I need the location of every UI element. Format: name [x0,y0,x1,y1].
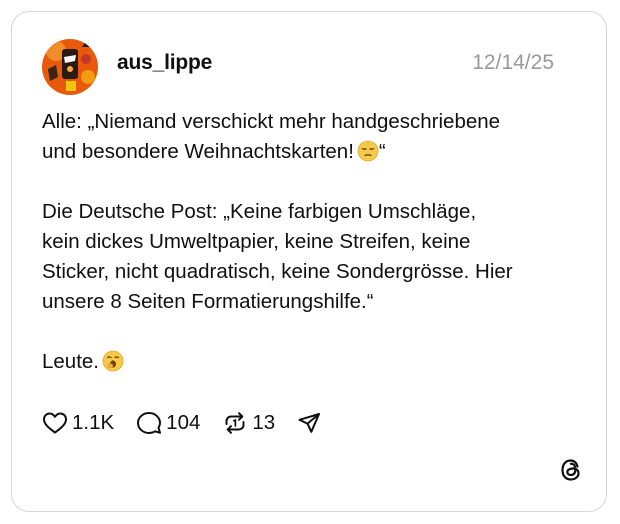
post-paragraph-text: Alle: „Niemand verschickt mehr handgesch… [42,110,501,163]
avatar[interactable] [42,39,98,95]
comment-icon [136,410,162,436]
post-paragraph-suffix: “ [378,140,386,163]
post-paragraph: Leute. [42,347,582,377]
post-paragraph: Alle: „Niemand verschickt mehr handgesch… [42,107,582,167]
share-button[interactable] [297,411,321,435]
post-text: Alle: „Niemand verschickt mehr handgesch… [42,107,582,377]
reply-count: 104 [166,411,201,434]
repost-button[interactable]: 13 [222,410,275,436]
like-button[interactable]: 1.1K [42,411,114,435]
post-paragraph-text: Leute. [42,350,99,373]
username[interactable]: aus_lippe [117,51,212,75]
heart-icon [42,411,68,435]
share-icon [297,411,321,435]
post-timestamp: 12/14/25 [472,51,554,74]
repost-count: 13 [252,411,276,434]
pensive-face-emoji-icon [357,140,379,162]
post-actions: 1.1K 104 13 [42,408,343,438]
post-paragraph: Die Deutsche Post: „Keine farbigen Umsch… [42,200,513,313]
like-count: 1.1K [72,411,115,434]
post-card: aus_lippe 12/14/25 Alle: „Niemand versch… [11,11,607,512]
yawning-face-emoji-icon [102,350,124,372]
repost-icon [222,410,248,436]
reply-button[interactable]: 104 [136,410,200,436]
threads-logo-icon[interactable] [558,457,584,483]
